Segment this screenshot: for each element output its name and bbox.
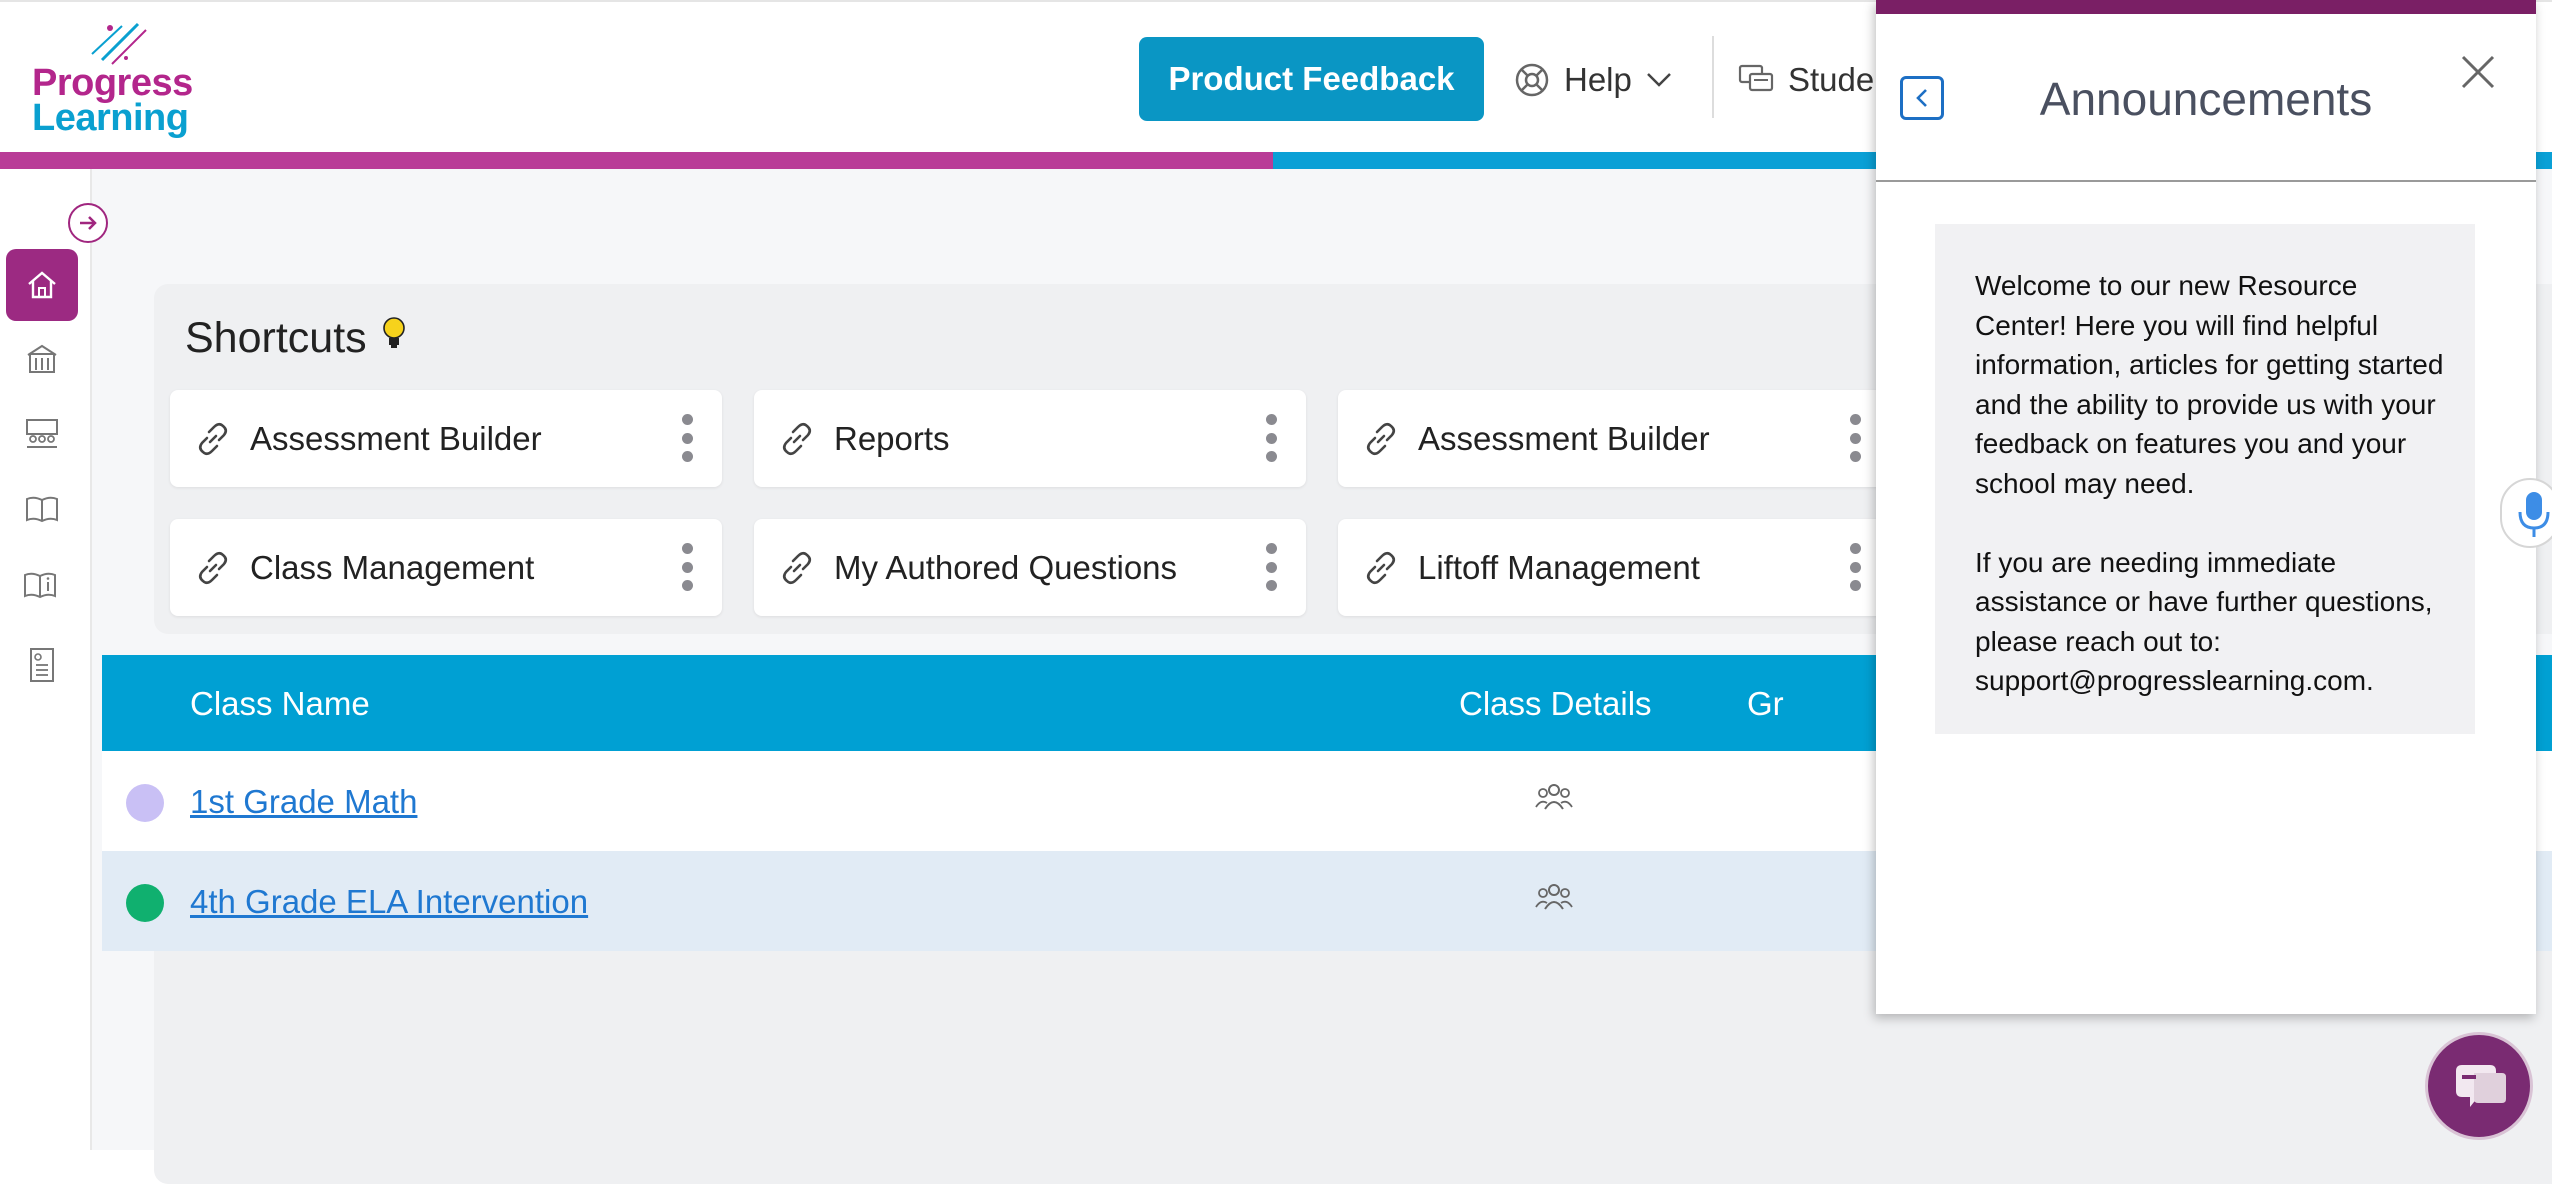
link-icon	[1366, 422, 1396, 456]
shortcut-label: Assessment Builder	[1418, 419, 1710, 457]
link-icon	[782, 551, 812, 585]
sidebar-item-classes[interactable]	[6, 397, 78, 469]
kebab-menu-icon[interactable]	[1848, 543, 1862, 591]
class-color-dot	[126, 784, 164, 822]
chevron-down-icon	[1646, 73, 1671, 87]
announcements-divider	[1876, 180, 2536, 182]
sidebar-item-home[interactable]	[6, 249, 78, 321]
class-color-dot	[126, 884, 164, 922]
lightbulb-icon	[382, 316, 405, 348]
shortcut-card[interactable]: My Authored Questions	[754, 519, 1306, 616]
sidebar-item-school[interactable]	[6, 323, 78, 395]
shortcut-card[interactable]: Assessment Builder	[170, 390, 722, 487]
announcement-card: Welcome to our new Resource Center! Here…	[1935, 224, 2475, 734]
header-divider	[1712, 36, 1714, 118]
close-icon[interactable]	[2458, 52, 2498, 92]
announcement-body: Welcome to our new Resource Center! Here…	[1975, 270, 2444, 696]
students-icon[interactable]	[1535, 881, 1573, 913]
header-accent-bar-magenta	[0, 152, 1273, 169]
shortcut-label: Liftoff Management	[1418, 548, 1700, 586]
lifebuoy-icon	[1515, 63, 1549, 97]
kebab-menu-icon[interactable]	[680, 543, 694, 591]
classroom-icon	[26, 419, 58, 448]
voice-input-button[interactable]	[2500, 478, 2552, 548]
school-icon	[27, 344, 57, 373]
link-icon	[1366, 551, 1396, 585]
link-icon	[198, 551, 228, 585]
shortcut-card[interactable]: Reports	[754, 390, 1306, 487]
column-header-class-name[interactable]: Class Name	[190, 685, 370, 723]
announcements-title: Announcements	[2039, 73, 2373, 125]
kebab-menu-icon[interactable]	[1848, 414, 1862, 462]
sidebar-item-library[interactable]	[6, 473, 78, 545]
progress-learning-logo[interactable]: Progress Learning	[30, 20, 200, 140]
shortcut-card[interactable]: Assessment Builder	[1338, 390, 1890, 487]
kebab-menu-icon[interactable]	[680, 414, 694, 462]
arrow-right-icon	[80, 216, 97, 230]
shortcut-card[interactable]: Class Management	[170, 519, 722, 616]
class-name-link[interactable]: 4th Grade ELA Intervention	[190, 883, 588, 921]
help-menu[interactable]: Help	[1514, 52, 1672, 108]
help-label: Help	[1564, 61, 1632, 98]
product-feedback-button[interactable]: Product Feedback	[1139, 37, 1484, 121]
student-label: Stude	[1788, 61, 1875, 98]
chat-assistant-icon	[2456, 1065, 2506, 1107]
kebab-menu-icon[interactable]	[1264, 414, 1278, 462]
students-icon[interactable]	[1535, 781, 1573, 813]
shortcuts-title-text: Shortcuts	[185, 314, 367, 362]
shortcut-label: My Authored Questions	[834, 548, 1178, 586]
chat-icon	[1738, 64, 1774, 92]
column-header-grade: Gr	[1747, 685, 1784, 722]
sidebar-expand-button[interactable]	[68, 203, 108, 243]
kebab-menu-icon[interactable]	[1264, 543, 1278, 591]
sidebar-item-resources[interactable]	[6, 549, 78, 621]
shortcut-card[interactable]: Liftoff Management	[1338, 519, 1890, 616]
column-header-class-details: Class Details	[1459, 685, 1652, 722]
announcements-panel: Announcements Welcome to our new Resourc…	[1876, 0, 2536, 1014]
left-sidebar	[0, 169, 108, 1150]
shortcut-label: Reports	[834, 419, 950, 457]
shortcut-label: Assessment Builder	[250, 419, 542, 457]
class-name-link[interactable]: 1st Grade Math	[190, 783, 417, 821]
report-icon	[30, 648, 54, 682]
book-icon	[26, 496, 58, 523]
logo-text-learning: Learning	[32, 97, 189, 139]
microphone-icon	[2518, 492, 2550, 537]
logo-stars-icon	[91, 22, 147, 65]
home-icon	[28, 271, 56, 299]
shortcuts-title: Shortcuts	[185, 314, 407, 363]
student-menu[interactable]: Stude	[1738, 52, 1874, 108]
sidebar-item-reports[interactable]	[6, 629, 78, 701]
shortcut-label: Class Management	[250, 548, 535, 586]
book-info-icon	[24, 572, 56, 599]
help-chat-button[interactable]	[2425, 1032, 2533, 1140]
link-icon	[782, 422, 812, 456]
link-icon	[198, 422, 228, 456]
